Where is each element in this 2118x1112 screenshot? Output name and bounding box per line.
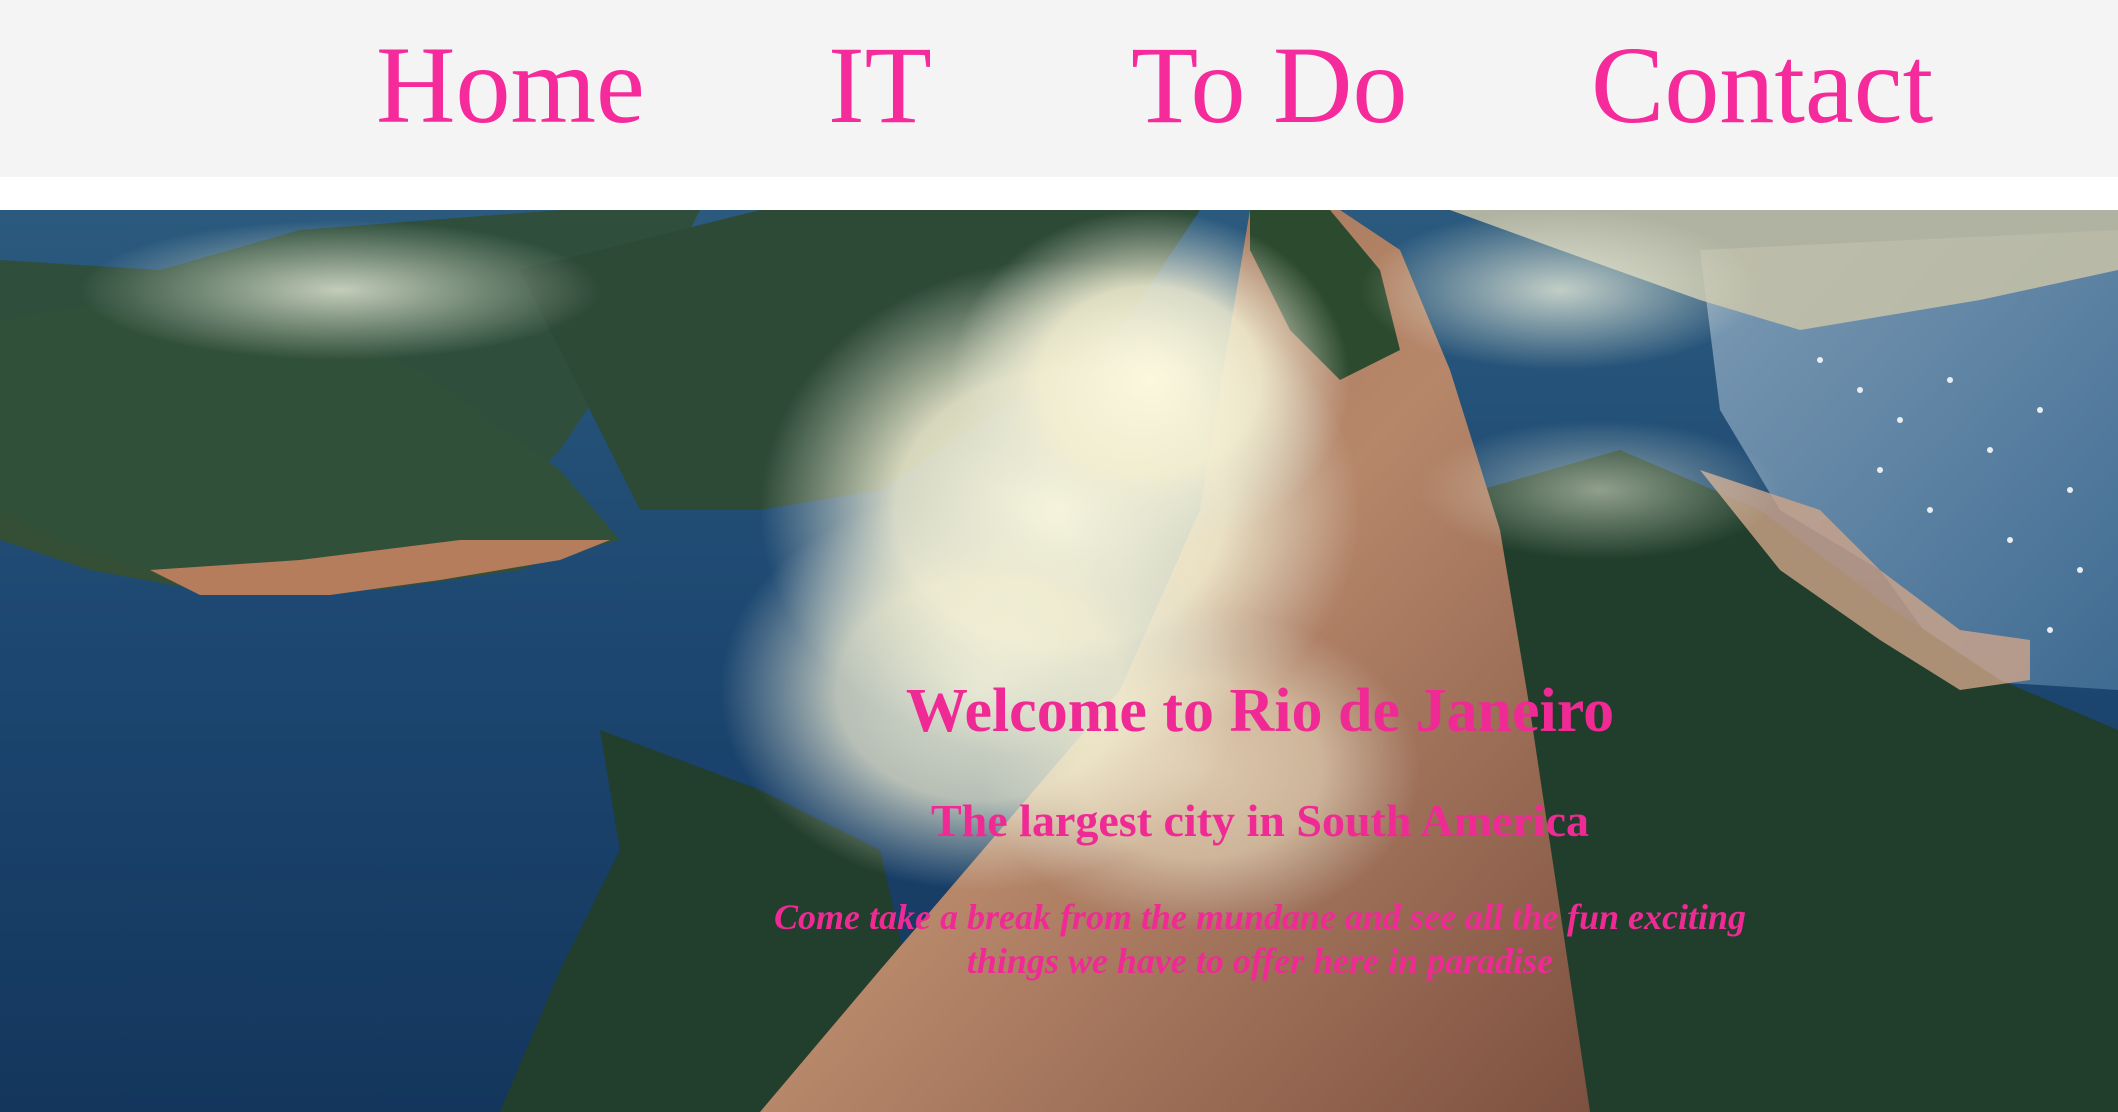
hero-title: Welcome to Rio de Janeiro (905, 677, 1615, 745)
nav-link-contact[interactable]: Contact (1591, 30, 1933, 140)
hero-banner: Welcome to Rio de Janeiro The largest ci… (0, 210, 2118, 1112)
hero-text-block: Welcome to Rio de Janeiro The largest ci… (0, 210, 2118, 1112)
nav-link-home[interactable]: Home (376, 30, 645, 140)
hero-subtitle: The largest city in South America (931, 795, 1589, 846)
hero-tagline: Come take a break from the mundane and s… (773, 897, 1747, 981)
top-navigation: Home IT To Do Contact (0, 0, 2118, 177)
nav-link-it[interactable]: IT (828, 30, 932, 140)
nav-link-to-do[interactable]: To Do (1131, 30, 1407, 140)
